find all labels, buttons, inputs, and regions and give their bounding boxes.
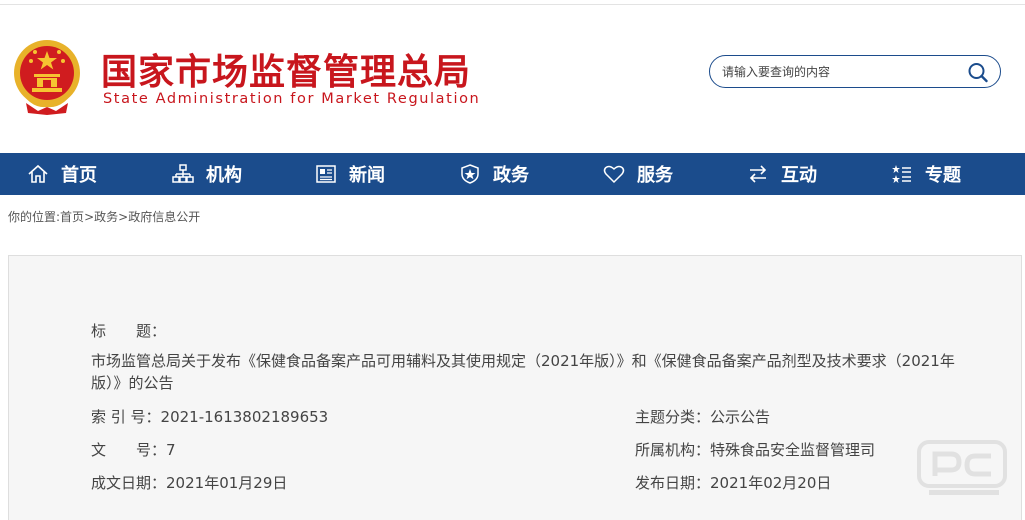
published-date-value: 2021年02月20日 xyxy=(710,474,832,492)
document-number-value: 7 xyxy=(166,441,176,459)
index-number-row: 索 引 号：2021-1613802189653 xyxy=(91,406,328,427)
breadcrumb-home-link[interactable]: 首页 xyxy=(60,210,84,224)
nav-item-news[interactable]: 新闻 xyxy=(315,153,385,195)
category-row: 主题分类：公示公告 xyxy=(635,406,770,427)
special-topic-icon xyxy=(892,165,911,183)
breadcrumb-separator: > xyxy=(84,210,95,224)
title-label: 标 题： xyxy=(91,322,167,340)
nav-item-special-topics[interactable]: 专题 xyxy=(891,153,961,195)
search-icon[interactable] xyxy=(966,61,990,83)
main-nav: 首页 机构 新闻 政务 服务 互动 专题 xyxy=(0,153,1025,195)
organization-value: 特殊食品安全监督管理司 xyxy=(710,441,876,459)
created-date-label: 成文日期： xyxy=(91,474,167,492)
nav-item-interaction[interactable]: 互动 xyxy=(747,153,817,195)
organization-label: 所属机构： xyxy=(635,441,711,459)
search-input[interactable] xyxy=(722,62,962,82)
nav-item-services[interactable]: 服务 xyxy=(603,153,673,195)
published-date-label: 发布日期： xyxy=(635,474,711,492)
nav-label: 政务 xyxy=(493,165,529,186)
news-icon xyxy=(316,165,336,183)
breadcrumb-info-disclosure-link[interactable]: 政府信息公开 xyxy=(128,210,200,224)
document-title: 市场监管总局关于发布《保健食品备案产品可用辅料及其使用规定（2021年版）》和《… xyxy=(91,352,955,392)
nav-label: 新闻 xyxy=(349,165,385,186)
published-date-row: 发布日期：2021年02月20日 xyxy=(635,472,831,493)
nav-label: 机构 xyxy=(206,165,242,186)
home-icon xyxy=(28,164,48,183)
breadcrumb-government-link[interactable]: 政务 xyxy=(94,210,118,224)
site-title-english[interactable]: State Administration for Market Regulati… xyxy=(103,91,480,107)
category-label: 主题分类： xyxy=(635,408,711,426)
exchange-arrows-icon xyxy=(749,165,767,183)
nav-item-home[interactable]: 首页 xyxy=(27,153,97,195)
nav-item-organization[interactable]: 机构 xyxy=(172,153,242,195)
search-box xyxy=(709,55,1001,88)
created-date-row: 成文日期：2021年01月29日 xyxy=(91,472,287,493)
org-chart-icon xyxy=(172,164,194,183)
watermark-logo-icon xyxy=(917,440,1007,495)
heart-icon xyxy=(603,165,625,184)
site-header: 国家市场监督管理总局 State Administration for Mark… xyxy=(0,5,1025,153)
document-number-label: 文 号： xyxy=(91,441,167,459)
document-number-row: 文 号：7 xyxy=(91,439,176,460)
shield-icon xyxy=(461,164,479,184)
breadcrumb-separator: > xyxy=(118,210,129,224)
site-title-chinese[interactable]: 国家市场监督管理总局 xyxy=(101,43,471,95)
nav-label: 互动 xyxy=(781,165,817,186)
organization-row: 所属机构：特殊食品安全监督管理司 xyxy=(635,439,875,460)
document-info-panel: 标 题： 市场监管总局关于发布《保健食品备案产品可用辅料及其使用规定（2021年… xyxy=(8,255,1022,520)
created-date-value: 2021年01月29日 xyxy=(166,474,288,492)
nav-label: 专题 xyxy=(925,165,961,186)
index-number-label: 索 引 号： xyxy=(91,408,161,426)
nav-label: 首页 xyxy=(61,165,97,186)
nav-label: 服务 xyxy=(637,165,673,186)
breadcrumb-prefix: 你的位置: xyxy=(8,210,61,224)
index-number-value: 2021-1613802189653 xyxy=(160,408,329,426)
category-value: 公示公告 xyxy=(710,408,771,426)
national-emblem-icon[interactable] xyxy=(10,37,84,117)
nav-item-government-affairs[interactable]: 政务 xyxy=(459,153,529,195)
breadcrumb: 你的位置:首页>政务>政府信息公开 xyxy=(8,208,200,225)
